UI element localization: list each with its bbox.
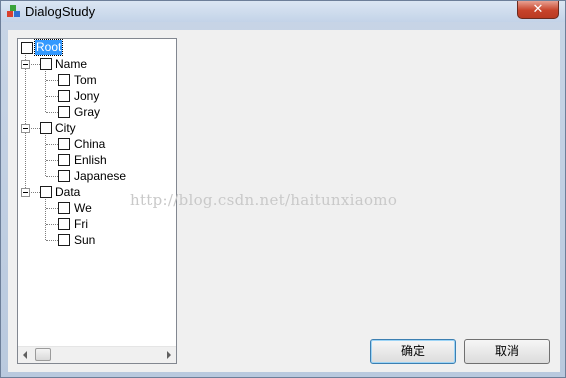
- dialog-window: DialogStudy ✕ Root Name Tom Jony Gray Ci…: [0, 0, 566, 378]
- child-checkbox[interactable]: [58, 202, 70, 214]
- title-bar[interactable]: DialogStudy ✕: [1, 1, 565, 22]
- tree-item-fri[interactable]: Fri: [74, 217, 88, 232]
- tree-item-data[interactable]: Data: [55, 185, 80, 200]
- close-icon: ✕: [532, 2, 544, 17]
- tree-connector: [46, 240, 58, 241]
- tree-connector: [45, 199, 46, 240]
- tree-item-city[interactable]: City: [55, 121, 76, 136]
- child-checkbox[interactable]: [58, 90, 70, 102]
- tree-item-tom[interactable]: Tom: [74, 73, 97, 88]
- tree-connector: [46, 96, 58, 97]
- tree-connector: [46, 80, 58, 81]
- scroll-right-icon[interactable]: [167, 351, 171, 359]
- tree-item-japanese[interactable]: Japanese: [74, 169, 126, 184]
- scroll-thumb[interactable]: [35, 348, 51, 361]
- watermark: http://blog.csdn.net/haitunxiaomo: [130, 191, 398, 209]
- tree-item-root[interactable]: Root: [33, 39, 64, 56]
- ok-button[interactable]: 确定: [370, 339, 456, 364]
- child-checkbox[interactable]: [58, 154, 70, 166]
- child-checkbox[interactable]: [58, 170, 70, 182]
- tree-connector: [46, 112, 58, 113]
- scroll-left-icon[interactable]: [23, 351, 27, 359]
- tree-connector: [45, 135, 46, 176]
- child-checkbox[interactable]: [58, 138, 70, 150]
- tree-connector: [46, 176, 58, 177]
- tree-connector: [46, 208, 58, 209]
- tree-connector: [45, 71, 46, 112]
- child-checkbox[interactable]: [58, 106, 70, 118]
- horizontal-scrollbar[interactable]: [18, 346, 176, 363]
- tree-item-name[interactable]: Name: [55, 57, 87, 72]
- tree-item-enlish[interactable]: Enlish: [74, 153, 107, 168]
- close-button[interactable]: ✕: [517, 1, 559, 19]
- app-icon: [7, 5, 20, 17]
- tree-connector: [46, 144, 58, 145]
- group-checkbox[interactable]: [40, 122, 52, 134]
- tree-item-we[interactable]: We: [74, 201, 92, 216]
- tree-item-gray[interactable]: Gray: [74, 105, 100, 120]
- tree-item-jony[interactable]: Jony: [74, 89, 99, 104]
- root-checkbox[interactable]: [21, 42, 33, 54]
- tree-item-sun[interactable]: Sun: [74, 233, 95, 248]
- collapse-icon[interactable]: [21, 124, 30, 133]
- tree-connector: [46, 224, 58, 225]
- window-title: DialogStudy: [25, 4, 96, 19]
- child-checkbox[interactable]: [58, 74, 70, 86]
- group-checkbox[interactable]: [40, 186, 52, 198]
- child-checkbox[interactable]: [58, 234, 70, 246]
- tree-connector: [46, 160, 58, 161]
- child-checkbox[interactable]: [58, 218, 70, 230]
- collapse-icon[interactable]: [21, 188, 30, 197]
- cancel-button[interactable]: 取消: [464, 339, 550, 364]
- collapse-icon[interactable]: [21, 60, 30, 69]
- tree-item-china[interactable]: China: [74, 137, 105, 152]
- group-checkbox[interactable]: [40, 58, 52, 70]
